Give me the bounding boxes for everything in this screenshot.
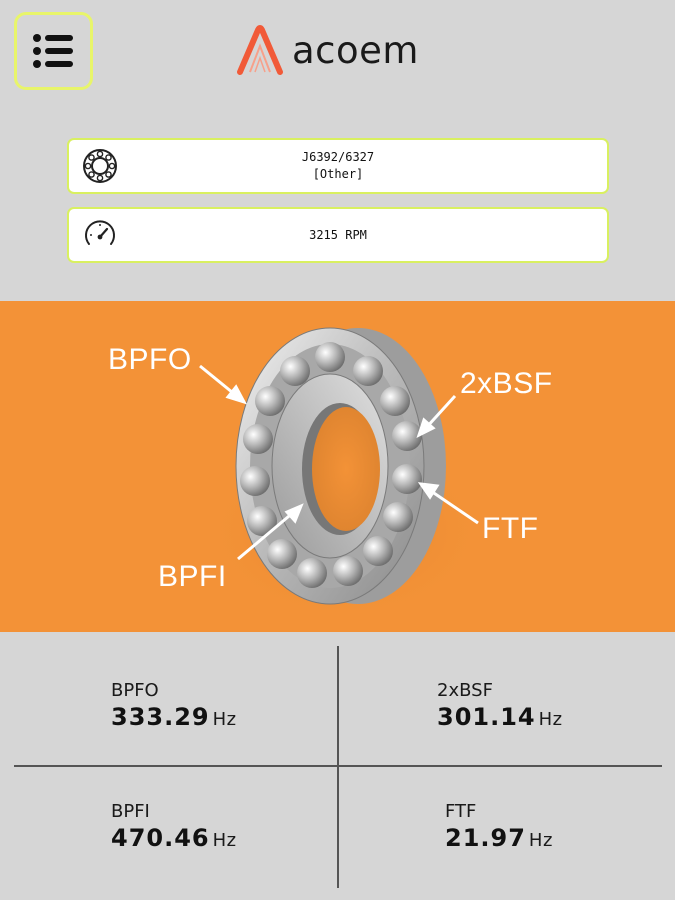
result-bpfo: BPFO 333.29 Hz [111, 680, 237, 731]
result-name: BPFI [111, 801, 150, 822]
bearing-selector[interactable]: J6392/6327 [Other] [67, 138, 609, 194]
acoem-logo-icon [237, 25, 283, 75]
result-unit: Hz [212, 709, 237, 730]
speedometer-icon [85, 220, 115, 245]
result-name: BPFO [111, 680, 159, 701]
result-value: 333.29 [111, 703, 210, 731]
result-value-row: 333.29 Hz [111, 703, 237, 731]
result-value-row: 301.14 Hz [437, 703, 563, 731]
result-value-row: 470.46 Hz [111, 824, 237, 852]
result-unit: Hz [212, 830, 237, 851]
diagram-label-ftf: FTF [482, 512, 539, 545]
bearing-model: J6392/6327 [301, 150, 375, 164]
result-value: 470.46 [111, 824, 210, 852]
speed-value: 3215 RPM [309, 227, 367, 242]
result-name: FTF [445, 801, 477, 822]
brand-name: acoem [292, 28, 419, 72]
result-value: 301.14 [437, 703, 536, 731]
bearing-icon [83, 149, 117, 183]
grid-divider-horizontal [14, 765, 662, 767]
result-value-row: 21.97 Hz [445, 824, 553, 852]
brand-logo: acoem [236, 22, 419, 78]
menu-button[interactable] [14, 12, 93, 90]
bearing-illustration [199, 327, 485, 621]
speed-selector[interactable]: 3215 RPM [67, 207, 609, 263]
result-unit: Hz [528, 830, 553, 851]
diagram-label-bpfo: BPFO [108, 343, 192, 376]
diagram-label-bpfi: BPFI [158, 560, 227, 593]
list-icon [32, 34, 73, 68]
grid-divider-vertical [337, 646, 339, 888]
result-unit: Hz [538, 709, 563, 730]
bearing-info: J6392/6327 [Other] [69, 149, 607, 183]
bearing-diagram: BPFO 2xBSF FTF BPFI [0, 301, 675, 632]
result-ftf: FTF 21.97 Hz [445, 801, 553, 852]
result-name: 2xBSF [437, 680, 493, 701]
result-bsf: 2xBSF 301.14 Hz [437, 680, 563, 731]
result-bpfi: BPFI 470.46 Hz [111, 801, 237, 852]
diagram-label-bsf: 2xBSF [460, 367, 553, 400]
frequency-results: BPFO 333.29 Hz 2xBSF 301.14 Hz BPFI 470.46… [0, 632, 675, 900]
result-value: 21.97 [445, 824, 526, 852]
bearing-category: [Other] [312, 167, 364, 181]
